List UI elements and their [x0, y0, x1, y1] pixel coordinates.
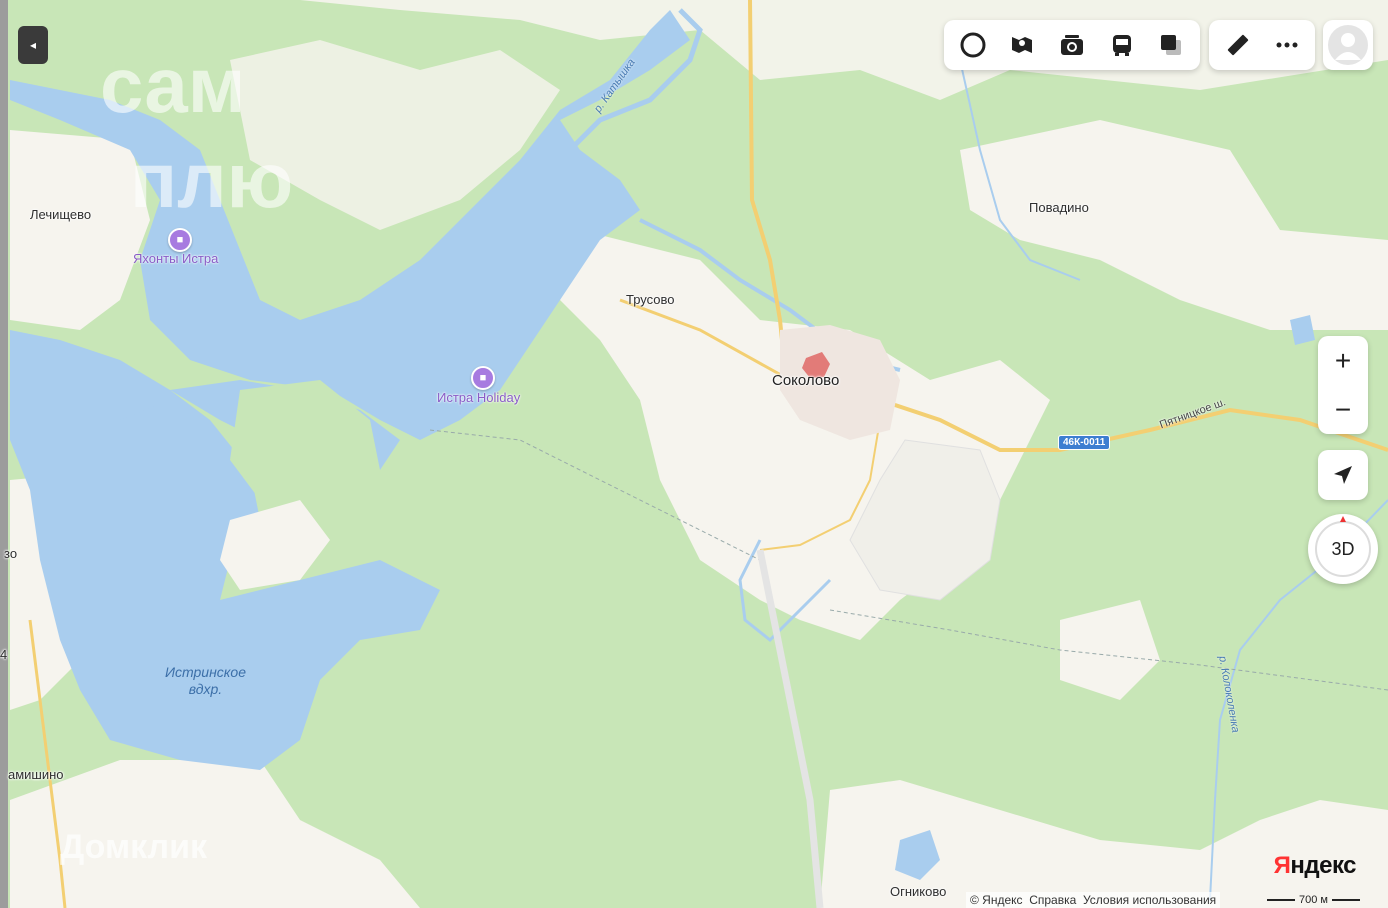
layers-toolbar	[944, 20, 1200, 70]
more-button[interactable]	[1262, 20, 1311, 70]
zoom-control: + −	[1318, 336, 1368, 434]
yandex-logo-first-letter: Я	[1273, 852, 1291, 879]
watermark-top-line2: плю	[130, 136, 294, 224]
reservoir-label: Истринское вдхр.	[165, 664, 246, 698]
watermark-top-line1: сам	[100, 41, 246, 129]
transport-button[interactable]	[1097, 20, 1147, 70]
ruler-button[interactable]	[1213, 20, 1262, 70]
reservoir-label-line1: Истринское	[165, 664, 246, 680]
yandex-logo[interactable]: Яндекс	[1273, 852, 1357, 880]
place-ognikovo[interactable]: Огниково	[890, 884, 946, 899]
tools-toolbar	[1209, 20, 1315, 70]
location-arrow-icon	[1334, 466, 1352, 484]
compass-ring: 3D	[1315, 521, 1371, 577]
layers-button[interactable]	[1146, 20, 1196, 70]
3d-toggle[interactable]: 3D	[1331, 539, 1354, 560]
geolocation-button[interactable]	[1318, 450, 1368, 500]
collapse-panel-button[interactable]: ◂	[18, 26, 48, 64]
avatar	[1328, 25, 1368, 65]
scale-line-right	[1332, 899, 1360, 901]
yandex-logo-rest: ндекс	[1290, 852, 1356, 879]
place-sokolovo[interactable]: Соколово	[772, 372, 839, 389]
map-footer: © Яндекс Справка Условия использования	[966, 892, 1221, 908]
panorama-icon	[1012, 37, 1033, 53]
road-badge-46k: 46К-0011	[1058, 435, 1111, 450]
more-icon	[1276, 42, 1297, 48]
hotel-icon[interactable]: ■	[168, 228, 192, 252]
copyright-link[interactable]: © Яндекс	[970, 893, 1023, 907]
photo-button[interactable]	[1047, 20, 1097, 70]
compass-north-icon	[1340, 516, 1346, 522]
panorama-button[interactable]	[998, 20, 1048, 70]
minus-icon: −	[1334, 393, 1352, 425]
place-amishino[interactable]: амишино	[8, 767, 64, 782]
poi-yakhonty-istra[interactable]: Яхонты Истра	[133, 251, 218, 266]
photo-icon	[1060, 35, 1083, 55]
place-left-digit: 4	[0, 647, 8, 662]
zoom-in-button[interactable]: +	[1318, 336, 1368, 385]
compass-3d-control[interactable]: 3D	[1308, 514, 1378, 584]
scale-bar: 700 м	[1267, 894, 1360, 906]
hotel-icon[interactable]: ■	[471, 366, 495, 390]
chevron-left-icon: ◂	[29, 38, 37, 52]
place-left-partial: зо	[4, 546, 18, 561]
scale-line-left	[1267, 899, 1296, 901]
place-trusovo[interactable]: Трусово	[626, 292, 675, 307]
help-link[interactable]: Справка	[1029, 893, 1076, 907]
watermark-domclick: Домклик	[60, 828, 208, 866]
terms-link[interactable]: Условия использования	[1083, 893, 1216, 907]
place-lechishchevo[interactable]: Лечищево	[30, 207, 91, 222]
profile-button[interactable]	[1323, 20, 1373, 70]
poi-istra-holiday[interactable]: Истра Holiday	[437, 390, 520, 405]
zoom-out-button[interactable]: −	[1318, 385, 1368, 434]
plus-icon: +	[1334, 344, 1352, 376]
transport-icon	[1112, 35, 1131, 56]
alice-button[interactable]	[948, 20, 998, 70]
reservoir-label-line2: вдхр.	[188, 681, 223, 697]
scale-label: 700 м	[1299, 894, 1328, 906]
layers-icon	[1161, 35, 1182, 55]
ruler-icon	[1227, 34, 1248, 56]
alice-icon	[960, 32, 986, 58]
place-povadino[interactable]: Повадино	[1029, 200, 1089, 215]
